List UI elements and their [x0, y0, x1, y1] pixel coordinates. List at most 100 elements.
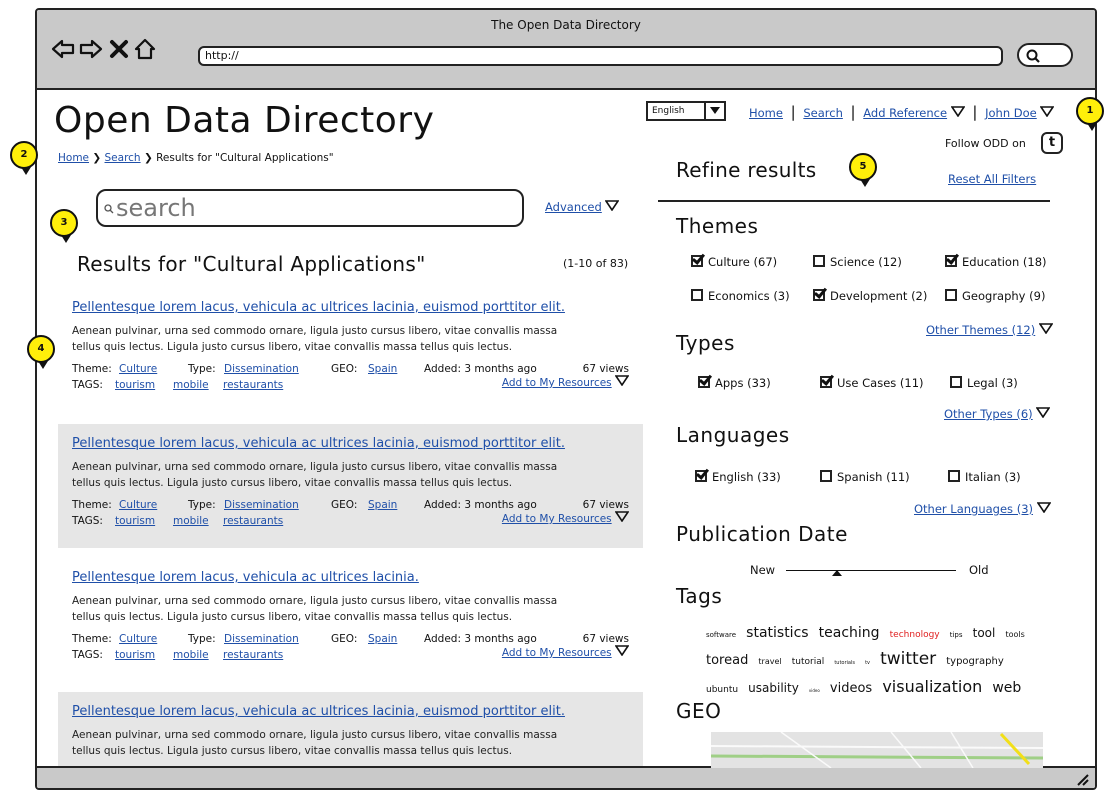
filter-checkbox-culture[interactable]: Culture (67) [691, 255, 777, 269]
filter-checkbox-english[interactable]: English (33) [695, 470, 781, 484]
checkbox-unchecked[interactable] [950, 376, 962, 388]
filter-checkbox-science[interactable]: Science (12) [813, 255, 902, 269]
other-themes-link[interactable]: Other Themes (12) [926, 323, 1035, 337]
twitter-icon[interactable]: t [1041, 132, 1063, 154]
result-title-link[interactable]: Pellentesque lorem lacus, vehicula ac ul… [72, 704, 565, 719]
type-link[interactable]: Dissemination [224, 363, 299, 375]
filter-checkbox-apps[interactable]: Apps (33) [698, 376, 771, 390]
filter-checkbox-spanish[interactable]: Spanish (11) [820, 470, 910, 484]
breadcrumb-home[interactable]: Home [58, 152, 89, 164]
filter-checkbox-legal[interactable]: Legal (3) [950, 376, 1018, 390]
stop-icon[interactable] [107, 37, 131, 61]
tag-link[interactable]: restaurants [223, 649, 283, 661]
nav-home[interactable]: Home [749, 106, 783, 120]
resize-grip-icon[interactable] [1075, 772, 1089, 786]
checkbox-unchecked[interactable] [691, 289, 703, 301]
advanced-search-link[interactable]: Advanced [545, 200, 602, 214]
checkbox-unchecked[interactable] [813, 255, 825, 267]
checkbox-checked[interactable] [813, 289, 825, 301]
back-icon[interactable] [51, 37, 75, 61]
geo-map[interactable] [711, 732, 1043, 768]
type-link[interactable]: Dissemination [224, 633, 299, 645]
advanced-search[interactable]: Advanced [545, 200, 620, 214]
tag-cloud-item[interactable]: tv [865, 660, 870, 666]
pubdate-slider-track[interactable] [786, 570, 956, 571]
browser-search-button[interactable] [1017, 43, 1073, 67]
forward-icon[interactable] [79, 37, 103, 61]
tag-cloud-item[interactable]: travel [758, 657, 781, 666]
other-languages[interactable]: Other Languages (3) [914, 502, 1052, 516]
theme-link[interactable]: Culture [119, 363, 157, 375]
checkbox-checked[interactable] [820, 376, 832, 388]
tag-cloud-item[interactable]: ubuntu [706, 685, 738, 695]
tag-link[interactable]: tourism [115, 649, 155, 661]
chevron-down-icon[interactable] [614, 375, 630, 387]
nav-search[interactable]: Search [803, 106, 843, 120]
nav-user[interactable]: John Doe [985, 106, 1037, 120]
tag-cloud-item[interactable]: statistics [746, 625, 808, 641]
checkbox-unchecked[interactable] [948, 470, 960, 482]
tag-cloud-item[interactable]: web [992, 680, 1021, 696]
checkbox-unchecked[interactable] [820, 470, 832, 482]
tag-cloud-item[interactable]: tutorial [792, 657, 824, 667]
tag-cloud-item[interactable]: tutorials [834, 660, 855, 666]
chevron-down-icon[interactable] [614, 511, 630, 523]
search-input[interactable]: search [96, 189, 524, 227]
chevron-down-icon[interactable] [604, 200, 620, 212]
tag-link[interactable]: tourism [115, 379, 155, 391]
tag-cloud-item[interactable]: technology [890, 630, 940, 640]
tag-link[interactable]: restaurants [223, 379, 283, 391]
filter-checkbox-geography[interactable]: Geography (9) [945, 289, 1045, 303]
tag-cloud-item[interactable]: tools [1005, 630, 1024, 639]
other-types-link[interactable]: Other Types (6) [944, 407, 1033, 421]
geo-link[interactable]: Spain [368, 499, 397, 511]
checkbox-checked[interactable] [691, 255, 703, 267]
tag-cloud-item[interactable]: toread [706, 653, 748, 668]
url-input[interactable]: http:// [198, 46, 1003, 66]
tag-link[interactable]: tourism [115, 515, 155, 527]
tag-link[interactable]: mobile [173, 649, 209, 661]
filter-checkbox-economics[interactable]: Economics (3) [691, 289, 790, 303]
type-link[interactable]: Dissemination [224, 499, 299, 511]
pubdate-slider-handle[interactable] [832, 565, 842, 576]
other-themes[interactable]: Other Themes (12) [926, 323, 1054, 337]
filter-checkbox-italian[interactable]: Italian (3) [948, 470, 1021, 484]
chevron-down-icon[interactable] [950, 106, 966, 118]
filter-checkbox-education[interactable]: Education (18) [945, 255, 1047, 269]
checkbox-unchecked[interactable] [945, 289, 957, 301]
geo-link[interactable]: Spain [368, 363, 397, 375]
tag-cloud-item[interactable]: video [809, 688, 820, 693]
breadcrumb-search[interactable]: Search [105, 152, 141, 164]
chevron-down-icon[interactable] [1036, 502, 1052, 514]
theme-link[interactable]: Culture [119, 633, 157, 645]
tag-cloud-item[interactable]: twitter [880, 649, 936, 669]
reset-filters-link[interactable]: Reset All Filters [948, 172, 1036, 186]
language-select[interactable]: English [646, 101, 726, 121]
other-types[interactable]: Other Types (6) [944, 407, 1051, 421]
filter-checkbox-development[interactable]: Development (2) [813, 289, 927, 303]
add-to-resources-link[interactable]: Add to My Resources [502, 647, 612, 659]
tag-link[interactable]: restaurants [223, 515, 283, 527]
tag-cloud-item[interactable]: typography [946, 656, 1004, 667]
chevron-down-icon[interactable] [1038, 323, 1054, 335]
tag-link[interactable]: mobile [173, 515, 209, 527]
result-title-link[interactable]: Pellentesque lorem lacus, vehicula ac ul… [72, 436, 565, 451]
home-icon[interactable] [133, 37, 157, 61]
result-title-link[interactable]: Pellentesque lorem lacus, vehicula ac ul… [72, 300, 565, 315]
checkbox-checked[interactable] [698, 376, 710, 388]
tag-link[interactable]: mobile [173, 379, 209, 391]
tag-cloud-item[interactable]: videos [830, 681, 872, 696]
chevron-down-icon[interactable] [1039, 106, 1055, 118]
tag-cloud-item[interactable]: tool [973, 626, 996, 640]
checkbox-checked[interactable] [695, 470, 707, 482]
tag-cloud-item[interactable]: software [706, 631, 736, 639]
chevron-down-icon[interactable] [1035, 407, 1051, 419]
tag-cloud-item[interactable]: usability [748, 681, 799, 695]
checkbox-checked[interactable] [945, 255, 957, 267]
geo-link[interactable]: Spain [368, 633, 397, 645]
tag-cloud-item[interactable]: visualization [882, 677, 982, 696]
chevron-down-icon[interactable] [614, 645, 630, 657]
filter-checkbox-use-cases[interactable]: Use Cases (11) [820, 376, 924, 390]
nav-add-reference[interactable]: Add Reference [863, 106, 947, 120]
tag-cloud-item[interactable]: teaching [819, 625, 880, 641]
